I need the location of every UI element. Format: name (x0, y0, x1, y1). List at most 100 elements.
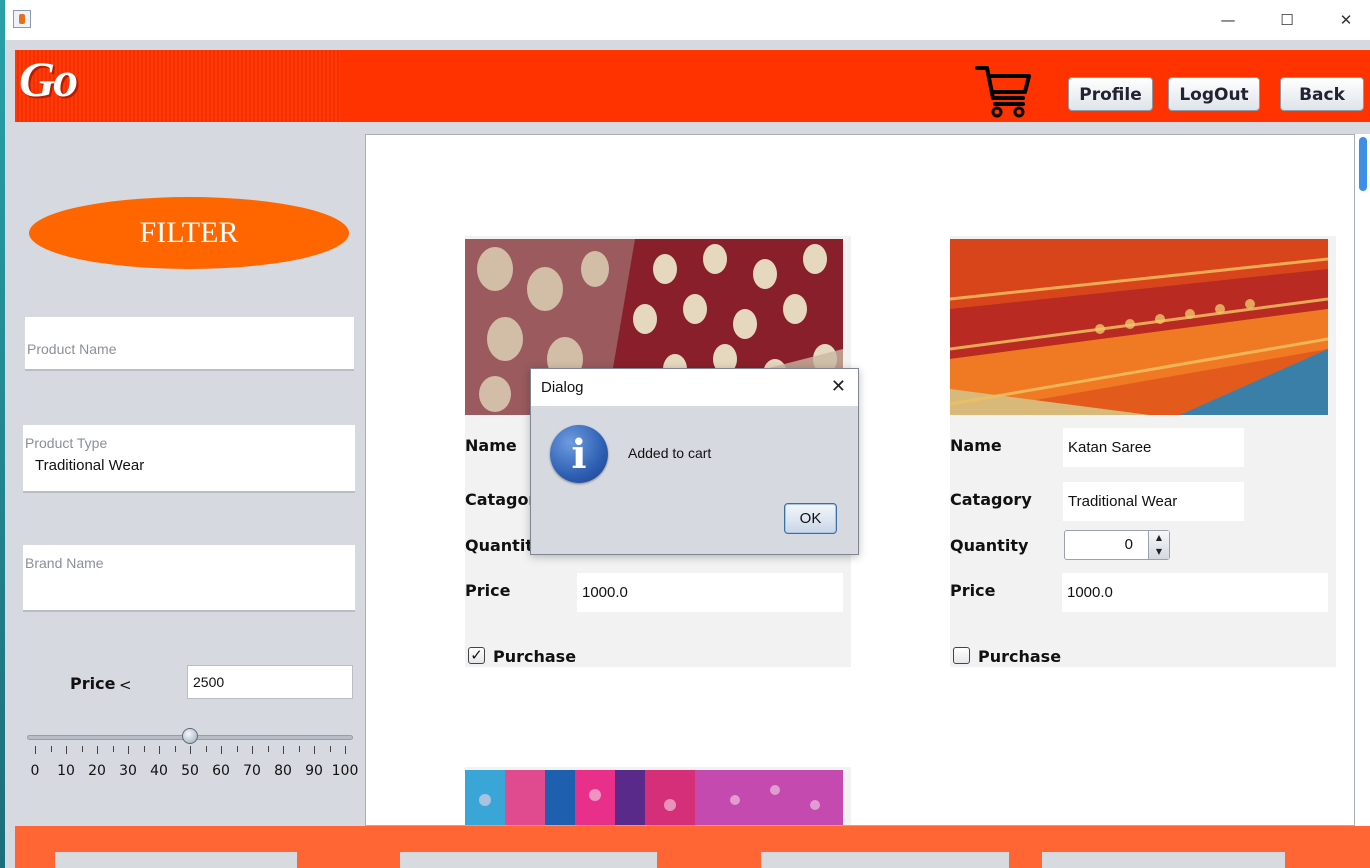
product-panel: Name Catagory Quantity Price 1000.0 ✓ Pu… (365, 134, 1355, 826)
slider-tick (283, 746, 284, 754)
dialog-message: Added to cart (628, 445, 712, 461)
slider-tick-label: 20 (88, 763, 106, 779)
slider-tick (190, 746, 191, 754)
product-name-placeholder: Product Name (27, 341, 117, 357)
slider-tick-label: 50 (181, 763, 199, 779)
slider-tick (35, 746, 36, 754)
slider-tick (143, 746, 145, 752)
filter-sidebar: FILTER Product Name Product Type Traditi… (15, 122, 365, 826)
slider-tick (128, 746, 129, 754)
product-image-2 (950, 239, 1328, 415)
name-label-1: Name (465, 436, 517, 455)
product-type-value: Traditional Wear (35, 457, 145, 474)
dialog-title-bar: Dialog ✕ (531, 369, 858, 406)
price-field-2: 1000.0 (1062, 573, 1328, 612)
category-label-2: Catagory (950, 490, 1032, 509)
cart-icon[interactable] (973, 60, 1033, 120)
slider-tick-label: 0 (30, 763, 40, 779)
footer-bar (15, 826, 1370, 868)
java-app-icon (13, 10, 31, 28)
slider-tick (81, 746, 83, 752)
brand-name-placeholder: Brand Name (25, 555, 104, 571)
slider-tick (112, 746, 114, 752)
vertical-scrollbar[interactable] (1355, 134, 1370, 826)
product-type-placeholder: Product Type (25, 435, 108, 451)
footer-panel-3 (761, 852, 1009, 868)
slider-tick-label: 100 (331, 763, 359, 779)
quantity-value-2: 0 (1124, 536, 1133, 553)
app-window: — ☐ ✕ Go Profile LogOut Back FILTER Prod… (5, 0, 1370, 868)
price-label-2: Price (950, 581, 996, 600)
price-input[interactable]: 2500 (187, 665, 353, 699)
scrollbar-thumb[interactable] (1359, 137, 1367, 191)
purchase-checkbox-1[interactable]: ✓ (468, 647, 485, 664)
title-bar: — ☐ ✕ (5, 0, 1370, 40)
product-name-field[interactable]: Product Name (25, 317, 354, 371)
slider-tick (314, 746, 315, 754)
slider-tick (221, 746, 222, 754)
purchase-checkbox-2[interactable] (953, 647, 970, 664)
category-value-2: Traditional Wear (1068, 493, 1178, 510)
slider-tick-label: 60 (212, 763, 230, 779)
product-card-2: Name Katan Saree Catagory Traditional We… (950, 236, 1336, 667)
quantity-label-2: Quantity (950, 536, 1029, 555)
logo-panel: Go (15, 50, 340, 122)
dialog-close-button[interactable]: ✕ (831, 376, 846, 397)
minimize-button[interactable]: — (1213, 8, 1243, 32)
price-label-1: Price (465, 581, 511, 600)
back-button[interactable]: Back (1280, 77, 1364, 111)
slider-tick (329, 746, 331, 752)
slider-tick (174, 746, 176, 752)
footer-panel-2 (400, 852, 657, 868)
product-type-field[interactable]: Product Type Traditional Wear (23, 425, 355, 493)
spinner-buttons[interactable]: ▲ ▼ (1148, 531, 1169, 559)
info-icon-glyph: i (571, 431, 587, 478)
price-label: Price (70, 674, 116, 693)
slider-tick (205, 746, 207, 752)
slider-tick (298, 746, 300, 752)
profile-button[interactable]: Profile (1068, 77, 1153, 111)
slider-tick (66, 746, 67, 754)
close-button[interactable]: ✕ (1331, 8, 1361, 32)
price-comparator: < (119, 676, 132, 694)
slider-tick-label: 10 (57, 763, 75, 779)
slider-tick (50, 746, 52, 752)
slider-tick-label: 30 (119, 763, 137, 779)
price-slider-thumb[interactable] (182, 728, 198, 744)
purchase-label-1: Purchase (493, 647, 577, 666)
logo: Go (19, 51, 78, 107)
slider-tick-label: 40 (150, 763, 168, 779)
slider-tick (267, 746, 269, 752)
product-image-3 (465, 770, 843, 825)
app-header: Go Profile LogOut Back (15, 50, 1370, 122)
slider-tick-label: 90 (305, 763, 323, 779)
slider-tick (159, 746, 160, 754)
brand-name-field[interactable]: Brand Name (23, 545, 355, 612)
spinner-down-icon[interactable]: ▼ (1149, 545, 1169, 559)
category-field-2: Traditional Wear (1063, 482, 1244, 521)
slider-tick-label: 80 (274, 763, 292, 779)
slider-tick (236, 746, 238, 752)
quantity-spinner-2[interactable]: 0 ▲ ▼ (1064, 530, 1170, 560)
price-field-1: 1000.0 (577, 573, 843, 612)
product-card-3 (465, 767, 851, 825)
filter-button[interactable]: FILTER (29, 197, 349, 269)
name-value-2: Katan Saree (1068, 439, 1152, 456)
slider-tick (345, 746, 346, 754)
name-label-2: Name (950, 436, 1002, 455)
spinner-up-icon[interactable]: ▲ (1149, 531, 1169, 545)
slider-tick (252, 746, 253, 754)
ok-button[interactable]: OK (784, 503, 837, 534)
price-value-1: 1000.0 (582, 584, 628, 601)
slider-tick-label: 70 (243, 763, 261, 779)
added-to-cart-dialog: Dialog ✕ i Added to cart OK (530, 368, 859, 555)
price-input-value: 2500 (193, 674, 225, 690)
maximize-button[interactable]: ☐ (1272, 8, 1302, 32)
footer-panel-4 (1042, 852, 1285, 868)
name-field-2: Katan Saree (1063, 428, 1244, 467)
price-value-2: 1000.0 (1067, 584, 1113, 601)
slider-tick (97, 746, 98, 754)
dialog-title: Dialog (541, 379, 584, 396)
purchase-label-2: Purchase (978, 647, 1062, 666)
logout-button[interactable]: LogOut (1168, 77, 1260, 111)
